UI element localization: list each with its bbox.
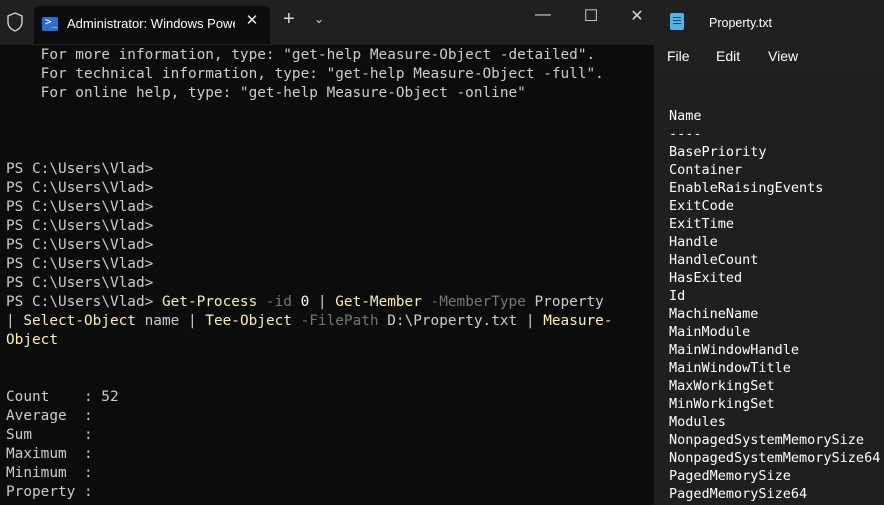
result-label: Maximum : bbox=[6, 446, 93, 462]
argument: 0 bbox=[291, 294, 310, 310]
cmdlet: Get-Member bbox=[335, 294, 422, 310]
notepad-text-area[interactable]: Name ---- BasePriority Container EnableRaisi… bbox=[669, 107, 880, 503]
text-line: HandleCount bbox=[669, 252, 759, 268]
tab-powershell[interactable]: >_ Administrator: Windows PowerShell ✕ bbox=[34, 6, 270, 44]
cmdlet: Object bbox=[6, 332, 58, 348]
shield-icon bbox=[7, 12, 23, 32]
argument: name bbox=[135, 313, 180, 329]
menu-file[interactable]: File bbox=[667, 48, 690, 64]
text-line: NonpagedSystemMemorySize bbox=[669, 432, 865, 448]
text-line: PagedMemorySize bbox=[669, 468, 791, 484]
argument: D:\Property.txt bbox=[378, 313, 518, 329]
cmdlet: Get-Process bbox=[161, 294, 258, 310]
parameter: -MemberType bbox=[421, 294, 526, 310]
result-row: Sum : bbox=[6, 426, 654, 445]
result-row: Property : bbox=[6, 483, 654, 502]
text-line: HasExited bbox=[669, 270, 743, 286]
text-line: Handle bbox=[669, 234, 718, 250]
notepad-titlebar: Property.txt bbox=[654, 0, 884, 44]
prompt-line: PS C:\Users\Vlad> bbox=[6, 237, 154, 253]
new-tab-button[interactable]: + bbox=[283, 8, 295, 31]
prompt-line: PS C:\Users\Vlad> bbox=[6, 218, 154, 234]
cmdlet: Tee-Object bbox=[205, 313, 292, 329]
command-line: | Select-Object name | Tee-Object -FileP… bbox=[6, 312, 654, 331]
pipe: | bbox=[517, 313, 544, 329]
notepad-icon bbox=[670, 13, 684, 30]
command-line: PS C:\Users\Vlad> Get-Process -id 0 | Ge… bbox=[6, 293, 654, 312]
text-line: Modules bbox=[669, 414, 726, 430]
prompt-line: PS C:\Users\Vlad> bbox=[6, 275, 154, 291]
notepad-title: Property.txt bbox=[709, 16, 772, 30]
tab-bar: >_ Administrator: Windows PowerShell ✕ +… bbox=[0, 0, 654, 45]
help-line: For technical information, type: "get-he… bbox=[6, 66, 604, 82]
menu-view[interactable]: View bbox=[768, 48, 798, 64]
maximize-button[interactable]: ☐ bbox=[571, 6, 611, 26]
text-line: MachineName bbox=[669, 306, 759, 322]
result-row: Average : bbox=[6, 407, 654, 426]
help-line: For more information, type: "get-help Me… bbox=[6, 47, 596, 63]
text-line: EnableRaisingEvents bbox=[669, 180, 824, 196]
result-label: Minimum : bbox=[6, 465, 93, 481]
tab-close-button[interactable]: ✕ bbox=[242, 11, 262, 29]
pipe: | bbox=[179, 313, 206, 329]
powershell-window: >_ Administrator: Windows PowerShell ✕ +… bbox=[0, 0, 654, 505]
result-label: Count : bbox=[6, 389, 93, 405]
prompt-line: PS C:\Users\Vlad> bbox=[6, 180, 154, 196]
text-line: ExitCode bbox=[669, 198, 735, 214]
terminal-output[interactable]: For more information, type: "get-help Me… bbox=[6, 46, 654, 502]
pipe: | bbox=[309, 294, 336, 310]
minimize-button[interactable]: — bbox=[523, 6, 563, 24]
prompt: PS C:\Users\Vlad> bbox=[6, 294, 162, 310]
result-label: Sum : bbox=[6, 427, 93, 443]
text-line: ---- bbox=[669, 126, 702, 142]
text-line: Name bbox=[669, 108, 702, 124]
text-line: NonpagedSystemMemorySize64 bbox=[669, 450, 881, 466]
result-label: Property : bbox=[6, 484, 93, 500]
prompt-line: PS C:\Users\Vlad> bbox=[6, 256, 154, 272]
text-line: MainWindowTitle bbox=[669, 360, 791, 376]
prompt-line: PS C:\Users\Vlad> bbox=[6, 199, 154, 215]
cmdlet: Measure- bbox=[543, 313, 613, 329]
prompt-line: PS C:\Users\Vlad> bbox=[6, 161, 154, 177]
parameter: -FilePath bbox=[291, 313, 379, 329]
text-line: ExitTime bbox=[669, 216, 735, 232]
text-line: Id bbox=[669, 288, 686, 304]
text-line: MaxWorkingSet bbox=[669, 378, 775, 394]
menu-edit[interactable]: Edit bbox=[716, 48, 740, 64]
parameter: -id bbox=[257, 294, 292, 310]
text-line: Container bbox=[669, 162, 743, 178]
text-line: MinWorkingSet bbox=[669, 396, 775, 412]
powershell-icon: >_ bbox=[42, 15, 58, 31]
result-row: Minimum : bbox=[6, 464, 654, 483]
text-line: BasePriority bbox=[669, 144, 767, 160]
chevron-down-icon[interactable]: ⌄ bbox=[314, 12, 324, 26]
result-label: Average : bbox=[6, 408, 93, 424]
notepad-menubar: File Edit View bbox=[654, 44, 884, 72]
notepad-window: Property.txt File Edit View Name ---- Base… bbox=[654, 0, 884, 505]
close-button[interactable]: ✕ bbox=[617, 6, 654, 26]
result-value: 52 bbox=[92, 389, 119, 405]
result-row: Maximum : bbox=[6, 445, 654, 464]
tab-title: Administrator: Windows PowerShell bbox=[67, 16, 235, 31]
result-row: Count : 52 bbox=[6, 388, 654, 407]
argument: Property bbox=[525, 294, 604, 310]
pipe: | bbox=[6, 313, 24, 329]
command-line: Object bbox=[6, 331, 654, 350]
help-line: For online help, type: "get-help Measure… bbox=[6, 85, 526, 101]
text-line: PagedMemorySize64 bbox=[669, 486, 808, 502]
cmdlet: Select-Object bbox=[23, 313, 136, 329]
text-line: MainModule bbox=[669, 324, 751, 340]
text-line: MainWindowHandle bbox=[669, 342, 800, 358]
